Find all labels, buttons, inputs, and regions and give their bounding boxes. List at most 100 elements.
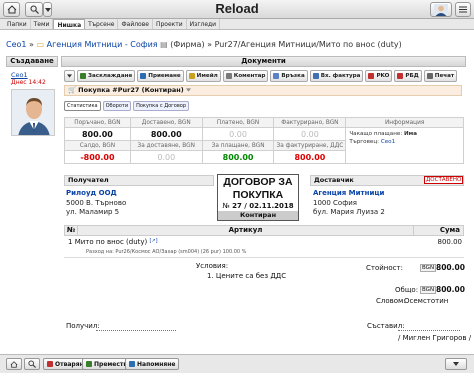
recipient-name-link[interactable]: Рилоуд ООД [66,189,117,197]
menu-item[interactable]: Изгледи [187,19,221,29]
user-avatar-icon [434,3,448,16]
toolbar-button-label: Коментар [233,73,266,79]
balance-value: -800.00 [64,150,131,164]
total-currency: BGN [420,286,437,294]
paid-header: Платено, BGN [201,117,275,128]
menu-item[interactable]: Теми [31,19,54,29]
toolbar-button-icon [312,73,319,79]
condition-item: 1. Цените са без ДДС [207,272,287,280]
delivered-badge: ДОСТАВЕНО [424,176,464,184]
company-icon: ▤ [160,40,168,49]
menu-item[interactable]: Проекти [153,19,187,29]
to-pay-header: За плащане, BGN [201,140,275,151]
menu-button[interactable] [455,2,471,17]
balance-header: Салдо, BGN [64,140,131,151]
table-row[interactable]: 1 Мито по внос (duty) [↗] Разход на: Pur… [64,238,464,258]
creator-avatar [11,89,55,136]
toolbar-button-icon [140,73,147,79]
received-signature-line [96,330,176,331]
hamburger-icon [459,6,467,13]
user-menu-button[interactable] [430,2,452,17]
external-link-icon[interactable]: [↗] [149,238,157,244]
to-deliver-header: За доставяне, BGN [129,140,203,151]
created-header: Създаване [6,56,58,67]
document-title-bar[interactable]: 🛒 Покупка #Pur27 (Контиран) [64,85,462,96]
search-icon [28,360,36,368]
info-cell: Чакащо плащане: Има Търговец: Ceo1 [345,127,464,164]
menu-item[interactable]: Търсене [85,19,119,29]
chevron-down-icon [453,362,459,366]
breadcrumb-separator: » [29,40,34,49]
breadcrumb-company-link[interactable]: Агенция Митници - София [47,40,158,49]
supplier-address-line1: 1000 София [313,199,357,207]
contract-title-line2: ПОКУПКА [232,189,284,201]
total-label: Общо: [395,286,419,294]
toolbar-button-label: Приемане [148,73,181,79]
search-button[interactable] [24,358,40,370]
toolbar-button[interactable]: РБД [394,70,422,82]
supplier-address-line2: бул. Мария Луиза 2 [313,208,385,216]
menu-item[interactable]: Файлове [118,19,153,29]
menu-item[interactable]: Папки [4,19,31,29]
breadcrumb-separator: » [207,40,213,49]
bottom-action-button[interactable]: Напомняне [125,358,180,370]
toolbar-button[interactable]: PKO [365,70,393,82]
supplier-name-link[interactable]: Агенция Митници [313,189,384,197]
toolbar-button[interactable]: Коментар [222,70,269,82]
toolbar-button-icon [397,73,404,79]
toolbar-button-label: РБД [405,73,419,79]
breadcrumb-company-type: (Фирма) [170,40,205,49]
document-subtab[interactable]: Покупка с Договор [133,101,190,111]
top-bar: Reload [0,0,474,19]
document-subtabs: Статистика Обороти Покупка с Договор [64,101,190,111]
menu-item[interactable]: Нишка [53,19,86,29]
breadcrumb-root-link[interactable]: Ceo1 [6,40,27,49]
bottom-action-icon [47,361,53,367]
words-label: Словом: [376,297,406,305]
info-dealer-link[interactable]: Ceo1 [381,139,395,145]
toolbar-button-label: Печат [434,73,455,79]
toolbar-button[interactable]: Засклаждане [77,70,136,82]
info-pay-value: Има [404,131,418,137]
value-label: Стойност: [366,264,403,272]
app-title: Reload [215,1,259,16]
document-subtab[interactable]: Обороти [102,101,132,111]
toolbar-button-icon [225,73,232,79]
item-title: Мито по внос (duty) [74,238,148,246]
document-subtab[interactable]: Статистика [64,101,101,111]
items-col-sum: Сума [413,226,463,235]
creator-link[interactable]: Ceo1 [11,71,28,79]
toolbar-dropdown-button[interactable] [64,70,75,82]
info-header: Информация [345,117,464,128]
chevron-down-icon [67,74,72,78]
info-pay-label: Чакащо плащане: [349,131,403,137]
toolbar-button[interactable]: Връзка [270,70,308,82]
more-button[interactable] [445,358,467,370]
recipient-header: Получател [64,175,214,186]
toolbar-button-icon [273,73,280,79]
to-invoice-header: За фактуриране, ДДС [273,140,347,151]
toolbar-button[interactable]: Приемане [137,70,184,82]
toolbar-button-label: Засклаждане [88,73,133,79]
delivered-value: 800.00 [129,127,203,141]
toolbar-button[interactable]: Печат [423,70,458,82]
toolbar-button-icon [80,73,86,79]
to-deliver-value: 0.00 [129,150,203,164]
ordered-value: 800.00 [64,127,131,141]
breadcrumb-path: Pur27/Агенция Митници/Мито по внос (duty… [214,40,402,49]
bottom-action-icon [86,361,92,367]
main-menu: Папки Теми Нишка Търсене Файлове Проекти Изгле… [0,19,474,30]
cart-icon: 🛒 [68,86,77,94]
home-button[interactable] [6,358,22,370]
toolbar-button-icon [368,73,375,79]
toolbar-button[interactable]: Вх. фактура [309,70,364,82]
toolbar-button-label: PKO [376,73,390,79]
toolbar-button[interactable]: Имейл [185,70,221,82]
item-cost-allocation: Разход на: Pur26/Космос АО/Захар (sm004)… [86,249,246,255]
to-pay-value: 800.00 [201,150,275,164]
toolbar-button-icon [188,73,195,79]
document-label: Покупка #Pur27 (Контиран) [78,86,184,94]
person-photo [12,90,54,135]
value-amount: 800.00 [436,263,465,272]
toolbar-button-icon [426,73,433,79]
